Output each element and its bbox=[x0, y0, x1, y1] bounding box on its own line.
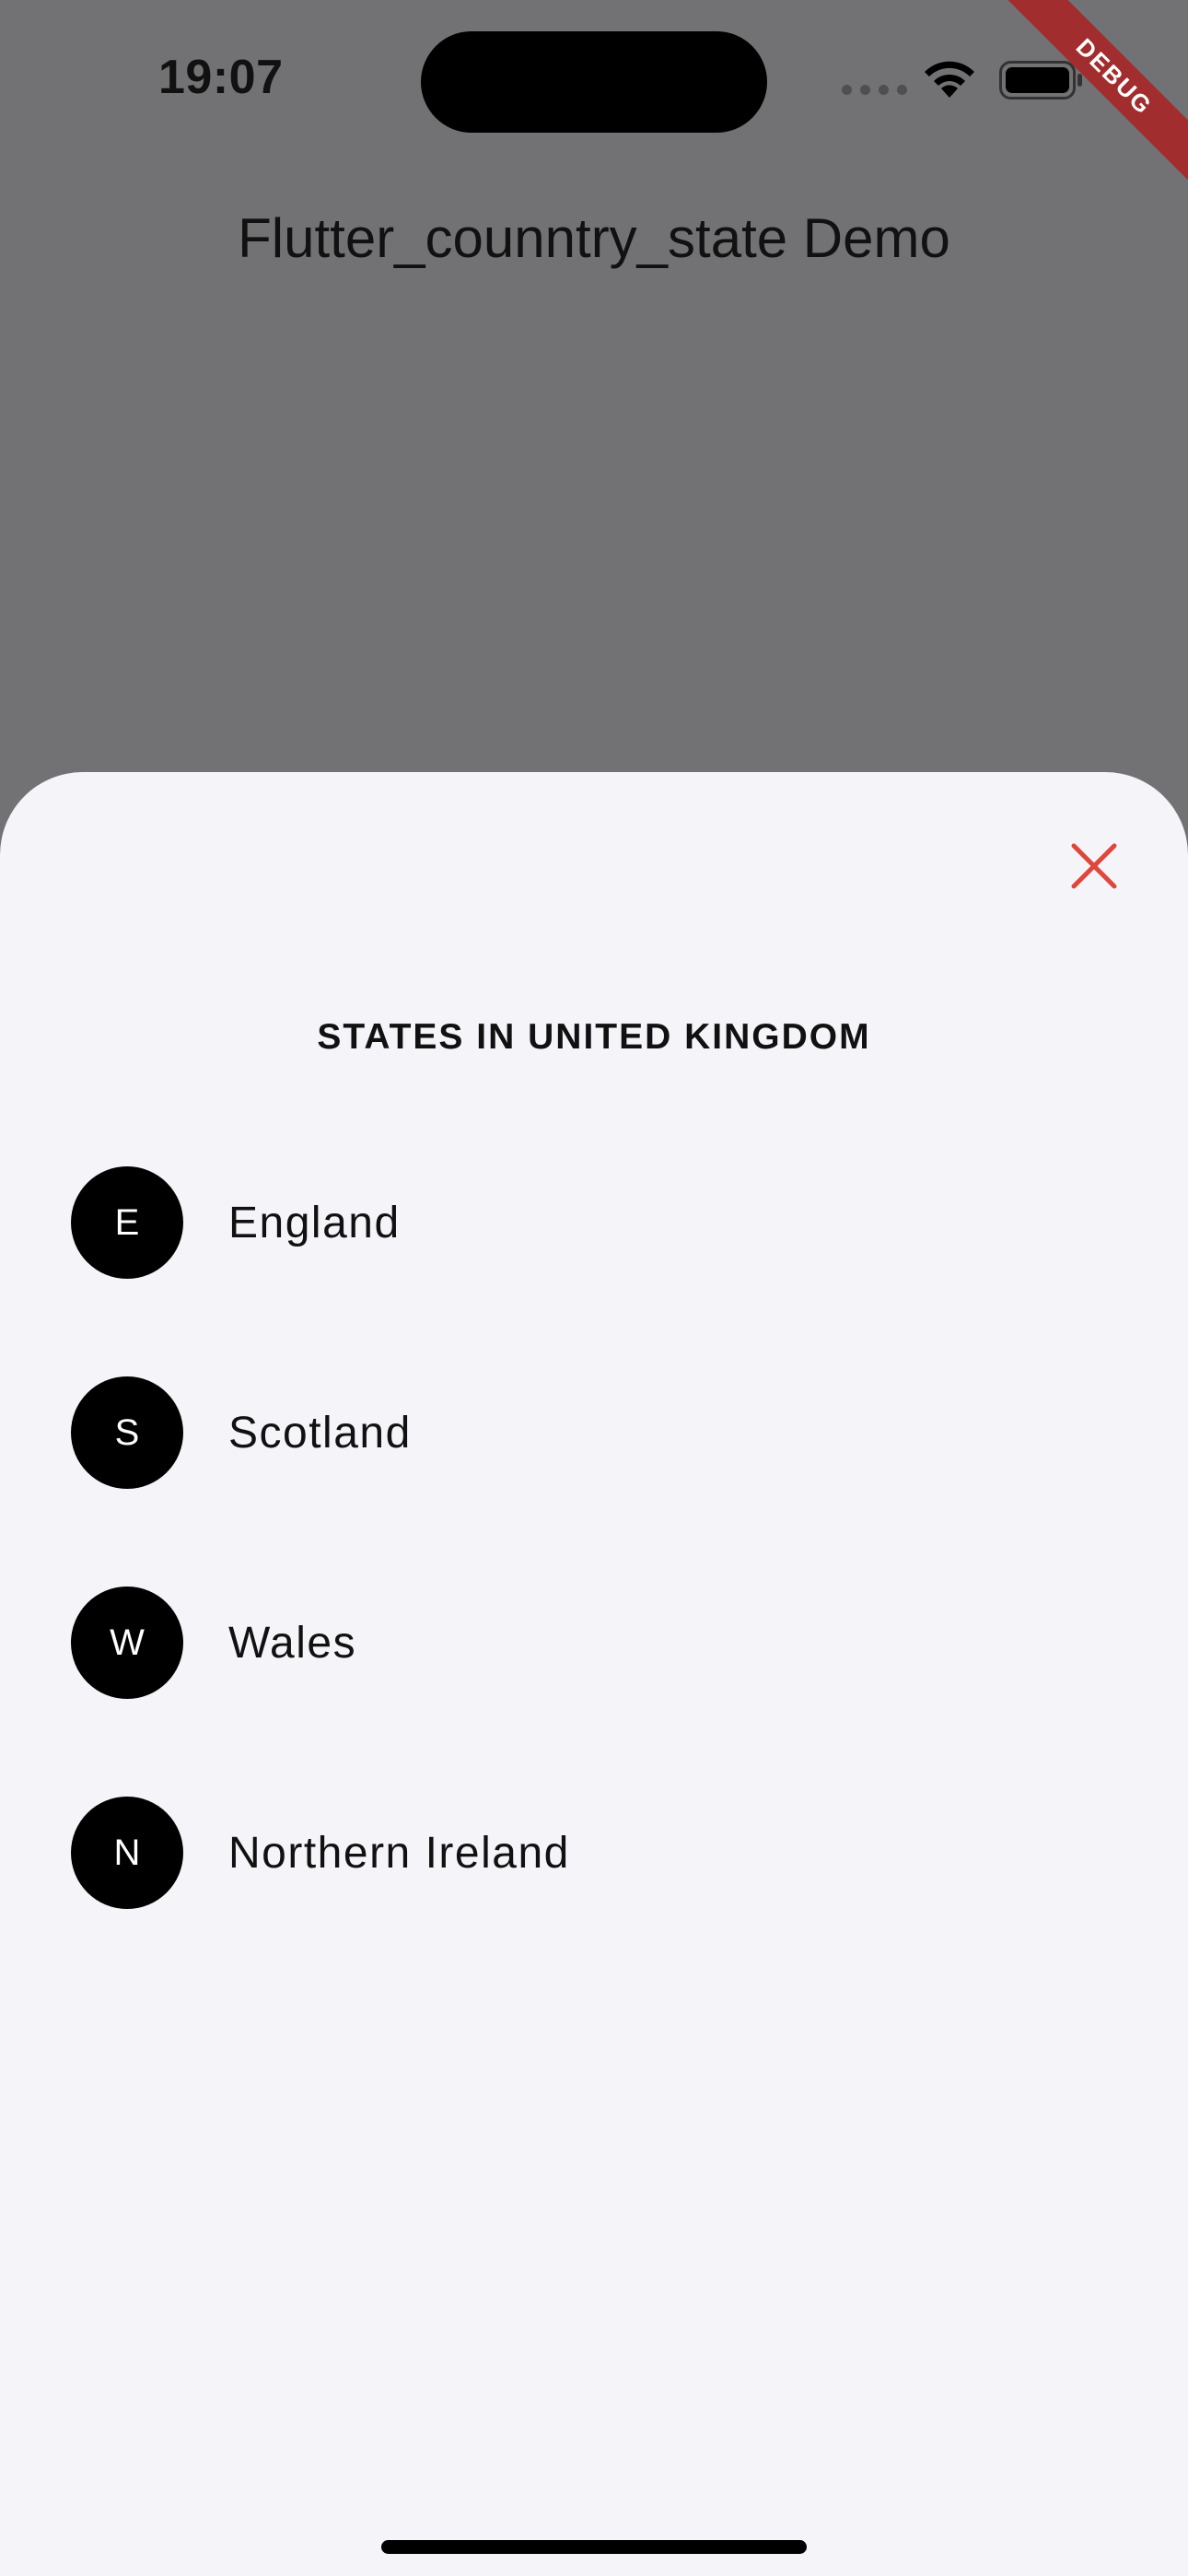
avatar: N bbox=[71, 1797, 183, 1909]
state-list: E England S Scotland W Wales N Northern … bbox=[0, 1161, 1188, 2001]
sheet-heading: STATES IN UNITED KINGDOM bbox=[317, 1017, 871, 1057]
home-indicator[interactable] bbox=[381, 2540, 807, 2554]
dynamic-island bbox=[421, 31, 767, 133]
signal-icon bbox=[842, 85, 907, 95]
list-item-northern-ireland[interactable]: N Northern Ireland bbox=[0, 1791, 1188, 2001]
debug-label: DEBUG bbox=[1004, 0, 1188, 184]
wifi-icon bbox=[925, 61, 974, 98]
list-item-label: Northern Ireland bbox=[228, 1829, 570, 1878]
list-item-label: Wales bbox=[228, 1619, 357, 1668]
list-item-label: Scotland bbox=[228, 1409, 412, 1458]
list-item-wales[interactable]: W Wales bbox=[0, 1581, 1188, 1791]
status-time: 19:07 bbox=[158, 51, 284, 104]
debug-banner: DEBUG bbox=[1004, 0, 1188, 184]
app-title: Flutter_counntry_state Demo bbox=[238, 207, 950, 269]
close-icon[interactable] bbox=[1068, 840, 1120, 892]
list-item-scotland[interactable]: S Scotland bbox=[0, 1371, 1188, 1581]
avatar: E bbox=[71, 1166, 183, 1279]
list-item-label: England bbox=[228, 1199, 401, 1247]
list-item-england[interactable]: E England bbox=[0, 1161, 1188, 1371]
avatar: W bbox=[71, 1587, 183, 1699]
avatar: S bbox=[71, 1376, 183, 1489]
